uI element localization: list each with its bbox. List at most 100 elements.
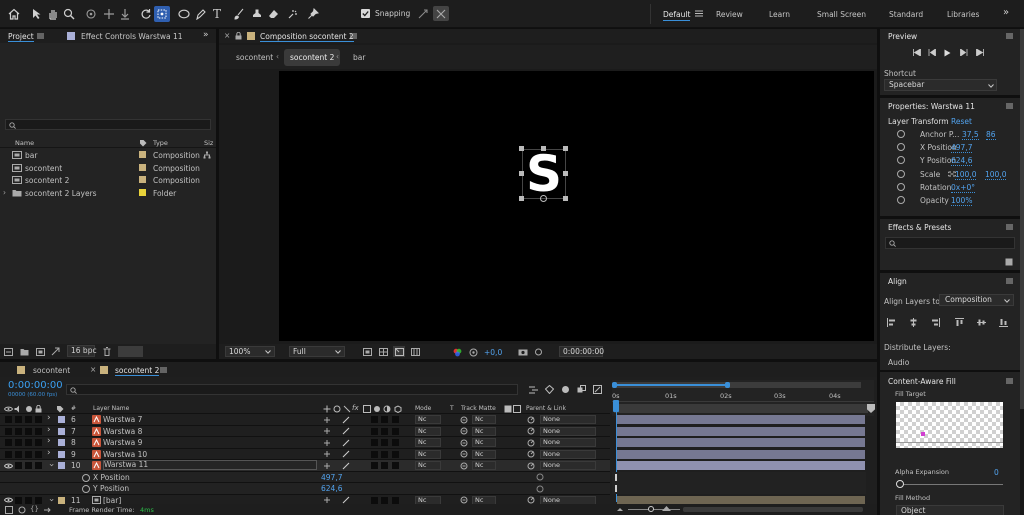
lock-toggle-box[interactable] (35, 439, 42, 446)
brush-tool-icon[interactable] (232, 7, 246, 21)
caf-menu-icon[interactable] (1005, 377, 1013, 385)
handle-tl[interactable] (519, 146, 524, 151)
eye-visibility-box[interactable] (5, 439, 12, 446)
composition-canvas[interactable]: S (279, 71, 874, 341)
expression-pickwhip-icon[interactable] (535, 484, 544, 493)
layer-label-swatch[interactable] (58, 427, 65, 435)
trash-icon[interactable] (102, 347, 112, 356)
navigator-track[interactable] (614, 404, 868, 413)
lock-toggle-box[interactable] (35, 496, 42, 504)
preserve-transparency-icon[interactable] (459, 450, 468, 459)
mode-dropdown[interactable]: Nc (415, 438, 441, 447)
layer-duration-bar[interactable] (617, 426, 865, 436)
handle-tr[interactable] (563, 146, 568, 151)
timeline-tab-socontent[interactable]: socontent (33, 366, 70, 375)
mode-dropdown[interactable]: Nc (415, 461, 441, 470)
toggle-layer-switches-icon[interactable] (4, 505, 13, 514)
s-logo[interactable]: S (519, 145, 568, 203)
layer-label-swatch[interactable] (58, 439, 65, 446)
pickwhip-icon[interactable] (526, 450, 535, 459)
property-value[interactable]: 624,6 (321, 484, 342, 493)
layer-name[interactable]: Warstwa 10 (103, 450, 147, 459)
show-snapshot-icon[interactable] (533, 347, 543, 356)
handle-bl[interactable] (519, 196, 524, 201)
layer-name[interactable]: Warstwa 9 (103, 438, 142, 447)
composition-menu-icon[interactable] (349, 32, 357, 40)
quality-switch-icon[interactable] (341, 427, 350, 436)
project-item[interactable]: socontent Composition (0, 162, 216, 174)
anchor-point-icon[interactable] (540, 195, 547, 202)
pickwhip-icon[interactable] (526, 438, 535, 447)
project-search-field[interactable] (5, 119, 211, 130)
exposure-value[interactable]: +0,0 (484, 348, 502, 357)
workspace-more-button[interactable]: » (1003, 7, 1009, 18)
layer-row[interactable]: › 10 Warstwa 11 Nc Nc None (0, 460, 610, 472)
solo-toggle-box[interactable] (25, 427, 32, 435)
motion-blur-icon[interactable] (592, 384, 602, 394)
lock-toggle-box[interactable] (35, 462, 42, 469)
header-solo-icon[interactable] (24, 404, 33, 413)
handle-mr[interactable] (563, 171, 568, 176)
viewer-timecode[interactable]: 0:00:00:00 (559, 346, 604, 357)
new-preset-icon[interactable] (1004, 257, 1013, 266)
lock-toggle-box[interactable] (35, 416, 42, 423)
layer-row[interactable]: › 9 Warstwa 10 Nc Nc None (0, 448, 610, 460)
project-item[interactable]: › socontent 2 Layers Folder (0, 187, 216, 199)
handle-ml[interactable] (519, 171, 524, 176)
shy-switch-icon[interactable] (322, 427, 331, 436)
motion-blur-switch-box[interactable] (381, 450, 388, 458)
reset-button[interactable]: Reset (951, 117, 972, 126)
parent-dropdown[interactable]: None (540, 438, 596, 447)
frame-blending-icon[interactable] (576, 384, 586, 394)
fx-switch-box[interactable] (371, 496, 378, 504)
snap-feature-icon[interactable] (433, 6, 449, 21)
pickwhip-icon[interactable] (526, 415, 535, 424)
handle-tc[interactable] (541, 146, 546, 151)
workspace-review[interactable]: Review (716, 10, 743, 19)
snapshot-camera-icon[interactable] (517, 347, 528, 356)
panel-menu-icon[interactable] (36, 32, 44, 40)
mode-dropdown[interactable]: Nc (415, 449, 441, 459)
toggle-in-out-icon[interactable] (42, 505, 51, 514)
project-item-label-swatch[interactable] (139, 163, 146, 171)
composition-tab-title[interactable]: Composition socontent 2 (260, 32, 354, 42)
solo-toggle-box[interactable] (25, 439, 32, 446)
expression-pickwhip-icon[interactable] (535, 473, 544, 482)
new-folder-icon[interactable] (19, 347, 29, 356)
track-matte-dropdown[interactable]: Nc (472, 461, 496, 470)
alpha-expansion-slider-track[interactable] (899, 484, 1003, 485)
align-menu-icon[interactable] (1005, 277, 1013, 285)
type-tool-icon[interactable]: T (210, 6, 224, 21)
expand-chevron-icon[interactable]: › (47, 425, 51, 435)
layer-row[interactable]: › 7 Warstwa 8 Nc Nc None (0, 425, 610, 437)
expand-chevron-icon[interactable]: › (47, 448, 51, 458)
3d-switch-box[interactable] (392, 416, 399, 423)
motion-blur-switch-box[interactable] (381, 439, 388, 446)
column-type[interactable]: Type (153, 139, 168, 147)
layer-duration-bar[interactable] (617, 449, 865, 459)
effects-menu-icon[interactable] (1005, 223, 1013, 231)
lock-icon[interactable] (234, 32, 242, 40)
label-tag-icon[interactable] (138, 138, 147, 147)
header-parent-link[interactable]: Parent & Link (526, 405, 566, 412)
roto-brush-icon[interactable] (286, 7, 300, 21)
pen-tool-icon[interactable] (194, 7, 208, 21)
preserve-transparency-icon[interactable] (459, 438, 468, 447)
layer-duration-bar[interactable] (617, 438, 865, 447)
3d-switch-box[interactable] (392, 450, 399, 458)
first-frame-icon[interactable] (912, 48, 921, 57)
column-name[interactable]: Name (15, 139, 34, 147)
workspace-small-screen[interactable]: Small Screen (817, 10, 866, 19)
tab-project[interactable]: Project (8, 32, 34, 42)
work-area-range[interactable] (614, 384, 726, 386)
layer-label-swatch[interactable] (58, 496, 65, 504)
align-horizontal-center-icon[interactable] (908, 317, 918, 327)
fx-switch-box[interactable] (371, 427, 378, 435)
alpha-expansion-value[interactable]: 0 (994, 468, 999, 477)
fx-switch-box[interactable] (371, 439, 378, 446)
header-lock-icon[interactable] (34, 404, 43, 413)
shortcut-dropdown[interactable]: Spacebar (884, 79, 997, 91)
pickwhip-icon[interactable] (526, 461, 535, 470)
breadcrumb-socontent[interactable]: socontent (236, 53, 273, 62)
layer-label-swatch[interactable] (58, 462, 65, 469)
